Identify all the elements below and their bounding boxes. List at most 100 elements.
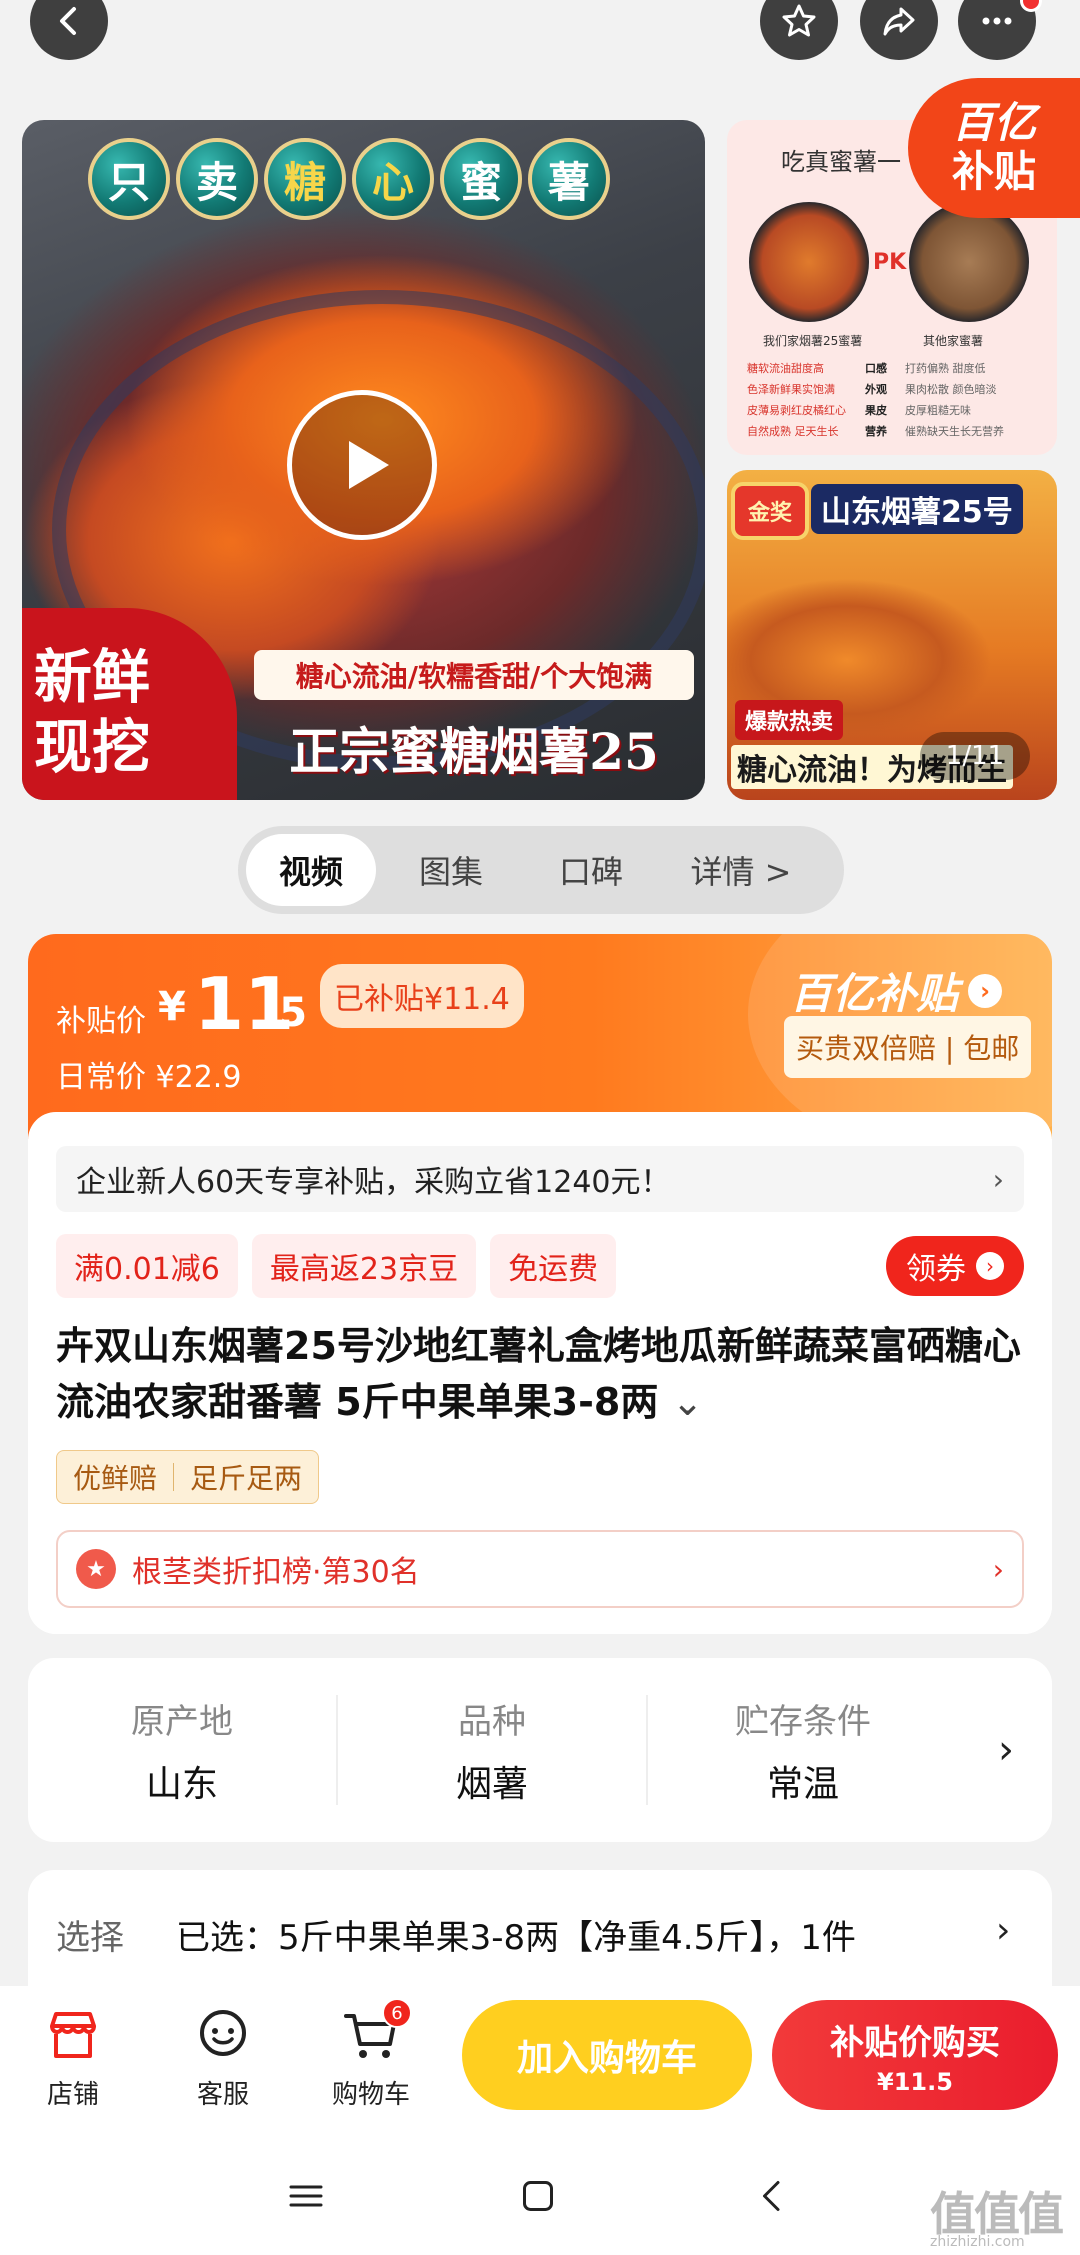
media-gallery: 只 卖 糖 心 蜜 薯 新鲜 现挖 糖心流油/软糯香甜/个大饱满 正宗蜜糖烟薯2… — [0, 78, 1080, 808]
cart-button[interactable]: 6 购物车 — [316, 1998, 426, 2111]
expand-icon[interactable]: ⌄ — [672, 1380, 704, 1424]
theirs-cell: 果肉松散 颜色暗淡 — [905, 383, 997, 396]
attr-cell: 口感 — [865, 362, 887, 375]
thumbnail-title: 山东烟薯25号 — [811, 484, 1023, 534]
comparison-table: 糖软流油甜度高 口感 打药偏熟 甜度低 色泽新鲜果实饱满 外观 果肉松散 颜色暗… — [747, 358, 1047, 442]
chevron-right-icon: › — [996, 1910, 1011, 1951]
add-to-cart-button[interactable]: 加入购物车 — [462, 2000, 752, 2110]
hot-sale-tag: 爆款热卖 — [735, 700, 844, 740]
bottom-action-bar: 店铺 客服 6 购物车 加入购物车 补贴价购买 ¥11.5 — [0, 1986, 1080, 2134]
chevron-right-icon: › — [992, 1162, 1004, 1196]
attr-cell: 果皮 — [865, 404, 887, 417]
share-icon — [883, 7, 915, 36]
guarantee-tag: 足斤足两 — [190, 1462, 303, 1495]
subsidy-brand-link[interactable]: 百亿补贴 › — [790, 960, 1003, 1021]
back-chevron-icon — [763, 2181, 780, 2211]
attribute-value: 山东 — [145, 1763, 218, 1805]
play-button[interactable] — [287, 390, 437, 540]
daily-price: 日常价 ¥22.9 — [56, 1060, 242, 1095]
coupon-row: 满0.01减6 最高返23京豆 免运费 领券 › — [56, 1234, 1024, 1298]
subsidy-corner-tag: 百亿 补贴 — [908, 78, 1080, 218]
ours-cell: 色泽新鲜果实饱满 — [747, 383, 835, 396]
coupon-tag[interactable]: 满0.01减6 — [56, 1234, 238, 1298]
share-button[interactable] — [860, 0, 938, 60]
menu-icon — [289, 2185, 323, 2207]
subsidy-tag-line2: 补贴 — [951, 147, 1036, 196]
attr-cell: 外观 — [865, 383, 887, 396]
attribute-value: 常温 — [766, 1763, 839, 1805]
store-button[interactable]: 店铺 — [18, 2004, 128, 2111]
media-tabs: 视频 图集 口碑 详情 > — [238, 826, 844, 914]
theirs-cell: 打药偏熟 甜度低 — [905, 362, 986, 375]
attribute-origin: 原产地 山东 — [28, 1695, 338, 1805]
home-square-icon — [523, 2181, 553, 2211]
product-title[interactable]: 卉双山东烟薯25号沙地红薯礼盒烤地瓜新鲜蔬菜富硒糖心流油农家甜番薯 5斤中果单果… — [56, 1318, 1024, 1430]
chevron-right-icon[interactable]: › — [998, 1727, 1014, 1773]
play-icon — [349, 441, 389, 489]
price-card: 补贴价 ¥ 11 .5 已补贴¥11.4 日常价 ¥22.9 百亿补贴 › 买贵… — [28, 934, 1052, 1634]
pk-label: PK — [873, 250, 907, 275]
attribute-storage: 贮存条件 常温 — [648, 1695, 958, 1805]
currency-symbol: ¥ — [158, 984, 186, 1030]
product-title-text: 卉双山东烟薯25号沙地红薯礼盒烤地瓜新鲜蔬菜富硒糖心流油农家甜番薯 5斤中果单果… — [56, 1324, 1021, 1424]
system-back-button[interactable] — [740, 2164, 804, 2228]
tab-details[interactable]: 详情 > — [656, 834, 826, 906]
guarantee-tags[interactable]: 优鲜赔 足斤足两 — [56, 1450, 320, 1504]
cart-label: 购物车 — [331, 2080, 410, 2110]
store-label: 店铺 — [46, 2080, 99, 2110]
more-dots-icon — [982, 17, 1012, 25]
recent-apps-button[interactable] — [274, 2164, 338, 2228]
title-char: 蜜 — [440, 138, 522, 220]
left-caption: 我们家烟薯25蜜薯 — [763, 334, 863, 348]
gold-medal-badge: 金奖 — [731, 482, 809, 540]
page-indicator: 1/11 — [920, 732, 1030, 780]
selection-label: 选择 — [56, 1918, 124, 1958]
back-arrow-icon — [60, 7, 76, 35]
comparison-row: 自然成熟 足天生长 营养 催熟缺天生长无营养 — [747, 421, 1047, 442]
fresh-badge-line1: 新鲜 — [34, 643, 151, 711]
top-bar — [0, 0, 1080, 60]
theirs-cell: 催熟缺天生长无营养 — [905, 425, 1004, 438]
watermark-url: zhizhizhi.com — [930, 2234, 1025, 2250]
title-bubbles: 只 卖 糖 心 蜜 薯 — [88, 138, 610, 220]
notification-dot — [1020, 0, 1042, 12]
customer-service-button[interactable]: 客服 — [168, 2004, 278, 2111]
tab-gallery[interactable]: 图集 — [376, 834, 526, 906]
other-potato-image — [909, 202, 1029, 322]
image-sub-banner: 糖心流油/软糯香甜/个大饱满 — [254, 650, 694, 700]
chevron-right-icon: › — [976, 1252, 1004, 1280]
attribute-key: 原产地 — [131, 1701, 233, 1742]
favorite-button[interactable] — [760, 0, 838, 60]
attribute-variety: 品种 烟薯 — [338, 1695, 648, 1805]
tab-video[interactable]: 视频 — [246, 834, 376, 906]
chat-icon — [200, 2010, 246, 2056]
coupon-tag[interactable]: 免运费 — [490, 1234, 617, 1298]
theirs-cell: 皮厚粗糙无味 — [905, 404, 971, 417]
comparison-row: 糖软流油甜度高 口感 打药偏熟 甜度低 — [747, 358, 1047, 379]
coupon-tag[interactable]: 最高返23京豆 — [251, 1234, 477, 1298]
price-header: 补贴价 ¥ 11 .5 已补贴¥11.4 日常价 ¥22.9 百亿补贴 › 买贵… — [28, 934, 1052, 1154]
title-char: 心 — [352, 138, 434, 220]
ours-cell: 皮薄易剥红皮橘红心 — [747, 404, 846, 417]
tab-reviews[interactable]: 口碑 — [526, 834, 656, 906]
main-product-video[interactable]: 只 卖 糖 心 蜜 薯 新鲜 现挖 糖心流油/软糯香甜/个大饱满 正宗蜜糖烟薯2… — [22, 120, 705, 800]
attribute-key: 品种 — [458, 1701, 526, 1742]
subsidized-amount-badge: 已补贴¥11.4 — [320, 964, 524, 1028]
title-char: 糖 — [264, 138, 346, 220]
price-decimal: .5 — [264, 990, 308, 1036]
ours-cell: 糖软流油甜度高 — [747, 362, 824, 375]
attr-cell: 营养 — [865, 425, 887, 438]
enterprise-notice[interactable]: 企业新人60天专享补贴，采购立省1240元！ › — [56, 1146, 1024, 1212]
our-potato-image — [749, 202, 869, 322]
cart-count-badge: 6 — [382, 1998, 412, 2028]
more-button[interactable] — [958, 0, 1042, 60]
home-button[interactable] — [506, 2164, 570, 2228]
buy-now-button[interactable]: 补贴价购买 ¥11.5 — [772, 2000, 1058, 2110]
attribute-key: 贮存条件 — [735, 1701, 871, 1742]
back-button[interactable] — [30, 0, 108, 60]
right-caption: 其他家蜜薯 — [923, 334, 984, 348]
ranking-banner[interactable]: ★ 根茎类折扣榜·第30名 › — [56, 1530, 1024, 1608]
subsidy-brand-text: 百亿补贴 — [790, 969, 959, 1018]
get-coupon-button[interactable]: 领券 › — [886, 1236, 1024, 1296]
attributes-card[interactable]: 原产地 山东 品种 烟薯 贮存条件 常温 › — [28, 1658, 1052, 1842]
